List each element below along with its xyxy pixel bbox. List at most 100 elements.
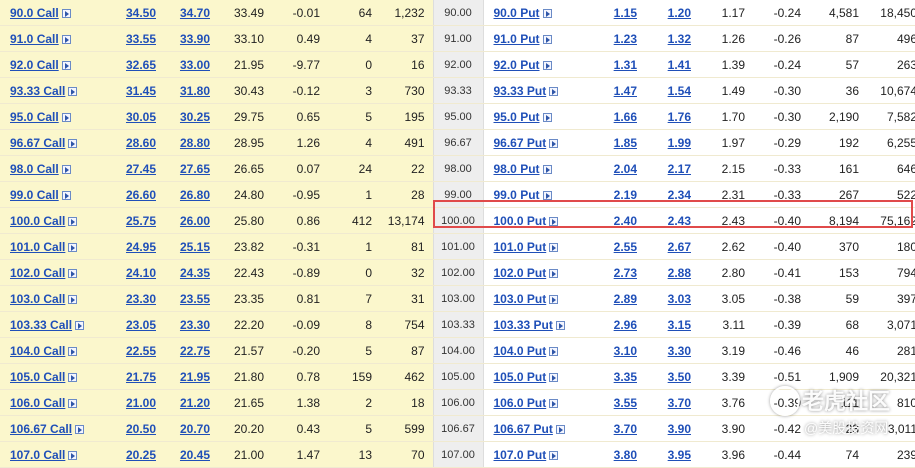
put-bid-link[interactable]: 3.35	[614, 370, 637, 384]
call-ask-cell[interactable]: 22.75	[162, 337, 216, 364]
put-ask-link[interactable]: 3.95	[668, 448, 691, 462]
call-symbol-link[interactable]: 104.0 Call	[10, 344, 65, 358]
call-symbol-link[interactable]: 103.0 Call	[10, 292, 65, 306]
put-symbol-link[interactable]: 96.67 Put	[494, 136, 547, 150]
call-bid-cell[interactable]: 32.65	[110, 51, 162, 78]
expand-arrow-icon[interactable]	[555, 424, 565, 434]
call-bid-link[interactable]: 23.30	[126, 292, 156, 306]
call-symbol-cell[interactable]: 104.0 Call	[0, 337, 110, 364]
call-bid-link[interactable]: 25.75	[126, 214, 156, 228]
put-bid-cell[interactable]: 2.73	[593, 259, 643, 286]
put-symbol-cell[interactable]: 93.33 Put	[483, 77, 593, 104]
call-bid-cell[interactable]: 22.55	[110, 337, 162, 364]
call-bid-link[interactable]: 30.05	[126, 110, 156, 124]
put-bid-cell[interactable]: 2.89	[593, 285, 643, 312]
put-ask-cell[interactable]: 1.54	[643, 77, 697, 104]
call-ask-cell[interactable]: 33.90	[162, 25, 216, 52]
put-ask-link[interactable]: 1.20	[668, 6, 691, 20]
call-bid-cell[interactable]: 27.45	[110, 155, 162, 182]
put-ask-cell[interactable]: 3.50	[643, 363, 697, 390]
expand-arrow-icon[interactable]	[68, 450, 78, 460]
call-ask-cell[interactable]: 26.00	[162, 207, 216, 234]
put-ask-link[interactable]: 2.17	[668, 162, 691, 176]
put-symbol-link[interactable]: 90.0 Put	[494, 6, 540, 20]
expand-arrow-icon[interactable]	[555, 320, 565, 330]
put-bid-link[interactable]: 3.55	[614, 396, 637, 410]
put-ask-cell[interactable]: 1.32	[643, 25, 697, 52]
call-ask-link[interactable]: 20.70	[180, 422, 210, 436]
put-bid-link[interactable]: 2.55	[614, 240, 637, 254]
put-bid-cell[interactable]: 3.35	[593, 363, 643, 390]
put-symbol-cell[interactable]: 92.0 Put	[483, 51, 593, 78]
put-symbol-cell[interactable]: 99.0 Put	[483, 181, 593, 208]
call-bid-cell[interactable]: 34.50	[110, 0, 162, 26]
put-symbol-cell[interactable]: 105.0 Put	[483, 363, 593, 390]
call-symbol-link[interactable]: 96.67 Call	[10, 136, 65, 150]
call-symbol-link[interactable]: 91.0 Call	[10, 32, 59, 46]
call-symbol-link[interactable]: 90.0 Call	[10, 6, 59, 20]
call-bid-cell[interactable]: 23.05	[110, 311, 162, 338]
put-ask-cell[interactable]: 3.30	[643, 337, 697, 364]
call-ask-cell[interactable]: 20.70	[162, 415, 216, 442]
expand-arrow-icon[interactable]	[549, 372, 559, 382]
call-symbol-link[interactable]: 93.33 Call	[10, 84, 65, 98]
call-ask-link[interactable]: 23.30	[180, 318, 210, 332]
put-ask-link[interactable]: 2.67	[668, 240, 691, 254]
put-ask-cell[interactable]: 2.34	[643, 181, 697, 208]
expand-arrow-icon[interactable]	[542, 60, 552, 70]
call-symbol-link[interactable]: 103.33 Call	[10, 318, 72, 332]
put-bid-cell[interactable]: 2.40	[593, 207, 643, 234]
put-bid-link[interactable]: 1.47	[614, 84, 637, 98]
call-bid-cell[interactable]: 28.60	[110, 129, 162, 156]
put-ask-cell[interactable]: 3.70	[643, 389, 697, 416]
expand-arrow-icon[interactable]	[75, 320, 85, 330]
expand-arrow-icon[interactable]	[542, 190, 552, 200]
call-bid-cell[interactable]: 31.45	[110, 77, 162, 104]
put-ask-link[interactable]: 2.88	[668, 266, 691, 280]
call-symbol-cell[interactable]: 106.67 Call	[0, 415, 110, 442]
call-ask-cell[interactable]: 21.20	[162, 389, 216, 416]
expand-arrow-icon[interactable]	[68, 372, 78, 382]
call-symbol-cell[interactable]: 105.0 Call	[0, 363, 110, 390]
call-ask-link[interactable]: 34.70	[180, 6, 210, 20]
put-bid-link[interactable]: 2.73	[614, 266, 637, 280]
put-bid-cell[interactable]: 3.70	[593, 415, 643, 442]
put-symbol-link[interactable]: 104.0 Put	[494, 344, 547, 358]
expand-arrow-icon[interactable]	[61, 34, 71, 44]
call-ask-link[interactable]: 23.55	[180, 292, 210, 306]
put-bid-cell[interactable]: 3.80	[593, 441, 643, 468]
put-bid-cell[interactable]: 2.04	[593, 155, 643, 182]
put-ask-link[interactable]: 1.54	[668, 84, 691, 98]
put-bid-cell[interactable]: 2.55	[593, 233, 643, 260]
call-symbol-cell[interactable]: 107.0 Call	[0, 441, 110, 468]
expand-arrow-icon[interactable]	[549, 268, 559, 278]
call-bid-link[interactable]: 23.05	[126, 318, 156, 332]
call-ask-link[interactable]: 22.75	[180, 344, 210, 358]
put-symbol-link[interactable]: 102.0 Put	[494, 266, 547, 280]
put-bid-link[interactable]: 3.80	[614, 448, 637, 462]
call-bid-cell[interactable]: 33.55	[110, 25, 162, 52]
put-symbol-link[interactable]: 98.0 Put	[494, 162, 540, 176]
call-bid-link[interactable]: 34.50	[126, 6, 156, 20]
expand-arrow-icon[interactable]	[549, 450, 559, 460]
call-ask-cell[interactable]: 27.65	[162, 155, 216, 182]
call-bid-cell[interactable]: 21.75	[110, 363, 162, 390]
call-ask-link[interactable]: 21.20	[180, 396, 210, 410]
put-bid-cell[interactable]: 1.23	[593, 25, 643, 52]
put-ask-link[interactable]: 3.30	[668, 344, 691, 358]
expand-arrow-icon[interactable]	[68, 86, 78, 96]
call-ask-cell[interactable]: 25.15	[162, 233, 216, 260]
call-symbol-link[interactable]: 106.0 Call	[10, 396, 65, 410]
put-ask-link[interactable]: 3.70	[668, 396, 691, 410]
expand-arrow-icon[interactable]	[542, 8, 552, 18]
call-ask-link[interactable]: 33.00	[180, 58, 210, 72]
call-symbol-link[interactable]: 102.0 Call	[10, 266, 65, 280]
put-symbol-link[interactable]: 99.0 Put	[494, 188, 540, 202]
call-ask-cell[interactable]: 21.95	[162, 363, 216, 390]
call-ask-link[interactable]: 30.25	[180, 110, 210, 124]
call-ask-link[interactable]: 28.80	[180, 136, 210, 150]
put-symbol-cell[interactable]: 96.67 Put	[483, 129, 593, 156]
call-bid-cell[interactable]: 20.50	[110, 415, 162, 442]
call-symbol-cell[interactable]: 96.67 Call	[0, 129, 110, 156]
put-bid-link[interactable]: 1.23	[614, 32, 637, 46]
